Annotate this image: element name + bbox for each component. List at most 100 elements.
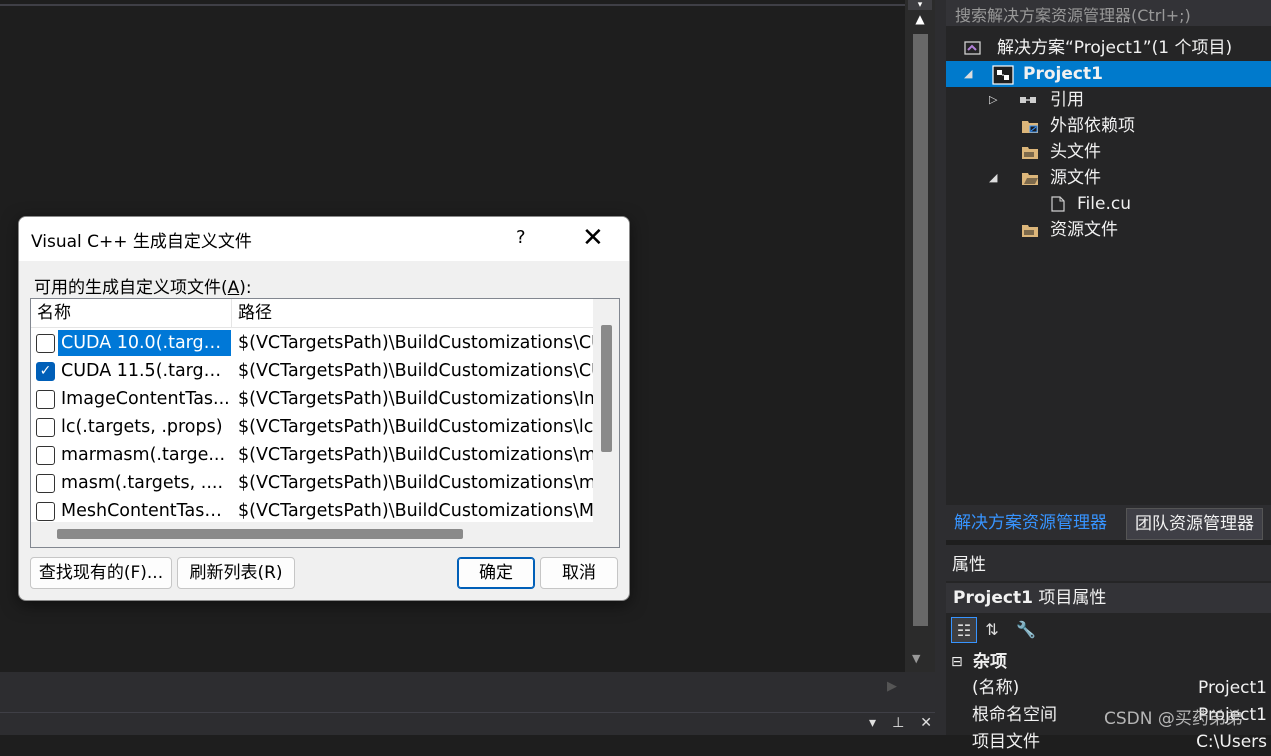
tree-item-label: 解决方案“Project1”(1 个项目) <box>997 38 1233 58</box>
tree-item-external-dependencies[interactable]: 外部依赖项 <box>946 113 1271 139</box>
property-row-name[interactable]: (名称) Project1 <box>946 675 1271 702</box>
alphabetical-sort-icon[interactable]: ⇅ <box>979 617 1005 643</box>
solution-icon <box>964 41 981 55</box>
csdn-watermark: CSDN @买药弟弟 <box>1104 709 1243 729</box>
list-item-path: $(VCTargetsPath)\BuildCustomizations\mar… <box>238 445 593 465</box>
dialog-title: Visual C++ 生成自定义文件 <box>31 232 252 252</box>
checkbox[interactable] <box>36 334 55 353</box>
checkbox[interactable] <box>36 446 55 465</box>
label-accelerator: A <box>227 278 240 298</box>
available-customizations-label: 可用的生成自定义项文件(A): <box>34 273 252 298</box>
list-vertical-scrollbar[interactable] <box>593 299 619 547</box>
checkbox[interactable] <box>36 418 55 437</box>
list-item-path: $(VCTargetsPath)\BuildCustomizations\Ima… <box>238 389 593 409</box>
list-item[interactable]: lc(.targets, .props) $(VCTargetsPath)\Bui… <box>31 413 593 441</box>
tree-item-solution[interactable]: 解决方案“Project1”(1 个项目) <box>946 35 1271 61</box>
list-item-name: masm(.targets, .... <box>61 473 224 493</box>
scrollbar-thumb[interactable] <box>57 529 463 539</box>
list-horizontal-scrollbar[interactable] <box>31 522 593 547</box>
list-item-name: CUDA 11.5(.targe... <box>61 361 231 381</box>
folder-icon <box>1022 147 1038 159</box>
list-item-name: CUDA 10.0(.targe... <box>58 330 231 356</box>
folder-icon <box>1022 225 1038 237</box>
tree-item-label: Project1 <box>1023 64 1103 84</box>
property-category-misc[interactable]: ⊟ 杂项 <box>946 650 1271 674</box>
tab-solution-explorer[interactable]: 解决方案资源管理器 <box>946 508 1115 540</box>
properties-object-selector[interactable]: Project1 项目属性 <box>946 583 1271 613</box>
solution-explorer-panel: 搜索解决方案资源管理器(Ctrl+;) 解决方案“Project1”(1 个项目… <box>946 0 1271 540</box>
tree-item-label: 源文件 <box>1050 168 1101 188</box>
property-value: Project1 <box>1198 678 1267 698</box>
panel-close-icon[interactable]: ✕ <box>920 715 932 731</box>
tree-item-header-files[interactable]: 头文件 <box>946 139 1271 165</box>
scrollbar-thumb[interactable] <box>601 325 612 452</box>
scroll-split-icon[interactable]: ▾ <box>908 0 932 10</box>
bottom-panel-bar: ▾ ⊥ ✕ <box>0 712 946 735</box>
list-item[interactable]: masm(.targets, .... $(VCTargetsPath)\Buil… <box>31 469 593 497</box>
folder-icon <box>1022 173 1038 185</box>
tree-item-label: 引用 <box>1050 90 1084 110</box>
properties-object-name: Project1 <box>953 588 1033 608</box>
cuda-project-icon <box>992 65 1014 85</box>
list-item-path: $(VCTargetsPath)\BuildCustomizations\lc.… <box>238 417 593 437</box>
dialog-title-bar: Visual C++ 生成自定义文件 ? ✕ <box>19 217 629 261</box>
list-item[interactable]: ImageContentTas... $(VCTargetsPath)\Build… <box>31 385 593 413</box>
panel-pin-icon[interactable]: ⊥ <box>892 715 904 731</box>
checkbox[interactable] <box>36 474 55 493</box>
column-header-path[interactable]: 路径 <box>238 299 272 328</box>
tree-item-file-cu[interactable]: File.cu <box>946 191 1271 217</box>
tree-item-references[interactable]: ▷ 引用 <box>946 87 1271 113</box>
category-label: 杂项 <box>973 652 1007 672</box>
refresh-list-button[interactable]: 刷新列表(R) <box>177 557 295 589</box>
cancel-button[interactable]: 取消 <box>540 557 618 589</box>
tree-item-label: 资源文件 <box>1050 220 1118 240</box>
tree-item-label: 头文件 <box>1050 142 1101 162</box>
property-pages-wrench-icon[interactable]: 🔧 <box>1013 617 1039 643</box>
properties-toolbar: ☷ ⇅ 🔧 <box>946 615 1271 647</box>
expanded-arrow-icon[interactable]: ◢ <box>989 165 997 191</box>
list-item[interactable]: CUDA 10.0(.targe... $(VCTargetsPath)\Buil… <box>31 329 593 357</box>
list-item-path: $(VCTargetsPath)\BuildCustomizations\CUD… <box>238 333 593 353</box>
property-value: C:\Users <box>1196 732 1267 752</box>
ok-button[interactable]: 确定 <box>457 557 535 589</box>
tree-item-source-files[interactable]: ◢ 源文件 <box>946 165 1271 191</box>
column-header-name[interactable]: 名称 <box>37 299 71 328</box>
tree-item-resource-files[interactable]: 资源文件 <box>946 217 1271 243</box>
collapse-box-icon[interactable]: ⊟ <box>951 650 963 674</box>
list-item-name: MeshContentTask... <box>61 501 231 521</box>
solution-explorer-search-input[interactable]: 搜索解决方案资源管理器(Ctrl+;) <box>946 0 1271 26</box>
references-icon <box>1020 97 1036 103</box>
checked-checkbox[interactable]: ✓ <box>36 362 55 381</box>
file-icon <box>1051 196 1065 212</box>
close-icon[interactable]: ✕ <box>582 223 604 253</box>
scroll-up-arrow-icon[interactable]: ▲ <box>911 12 929 30</box>
expanded-arrow-icon[interactable]: ◢ <box>964 61 972 87</box>
scrollbar-thumb[interactable] <box>913 34 928 626</box>
column-divider[interactable] <box>231 299 232 328</box>
list-item-path: $(VCTargetsPath)\BuildCustomizations\Mes… <box>238 501 593 521</box>
editor-horizontal-scrollbar[interactable]: ▶ <box>0 672 935 712</box>
property-row-project-file[interactable]: 项目文件 C:\Users <box>946 729 1271 756</box>
customizations-list[interactable]: 名称 路径 CUDA 10.0(.targe... $(VCTargetsPath… <box>30 298 620 548</box>
label-text: 可用的生成自定义项文件( <box>34 278 228 298</box>
help-button[interactable]: ? <box>516 227 526 248</box>
checkbox[interactable] <box>36 390 55 409</box>
scroll-right-arrow-icon[interactable]: ▶ <box>887 679 897 694</box>
list-item[interactable]: marmasm(.targe... $(VCTargetsPath)\BuildC… <box>31 441 593 469</box>
list-item[interactable]: MeshContentTask... $(VCTargetsPath)\Build… <box>31 497 593 525</box>
tab-team-explorer[interactable]: 团队资源管理器 <box>1126 508 1263 540</box>
find-existing-button[interactable]: 查找现有的(F)... <box>30 557 172 589</box>
categorized-view-icon[interactable]: ☷ <box>951 617 977 643</box>
tree-item-project1[interactable]: ◢ Project1 <box>946 61 1271 87</box>
checkbox[interactable] <box>36 502 55 521</box>
property-key: (名称) <box>972 678 1020 698</box>
panel-splitter[interactable] <box>935 0 946 735</box>
list-item-path: $(VCTargetsPath)\BuildCustomizations\mas… <box>238 473 593 493</box>
external-dependencies-icon <box>1022 121 1038 133</box>
scroll-down-arrow-icon[interactable]: ▼ <box>912 652 920 665</box>
collapsed-arrow-icon[interactable]: ▷ <box>989 87 997 113</box>
panel-dropdown-icon[interactable]: ▾ <box>869 715 876 731</box>
editor-vertical-scrollbar[interactable]: ▾ ▲ ▼ <box>905 0 935 672</box>
list-item[interactable]: ✓ CUDA 11.5(.targe... $(VCTargetsPath)\Bui… <box>31 357 593 385</box>
properties-object-type: 项目属性 <box>1032 588 1107 608</box>
